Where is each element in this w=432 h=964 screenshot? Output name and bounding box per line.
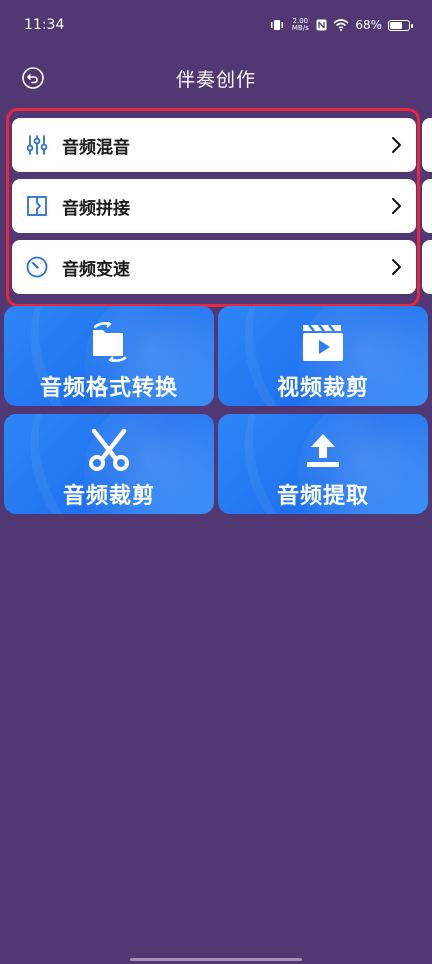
status-icons: 2.00 MB/s 68% xyxy=(270,18,413,32)
wifi-icon xyxy=(333,19,349,31)
tile-label: 音频提取 xyxy=(276,484,369,509)
home-indicator[interactable] xyxy=(130,958,302,961)
status-time: 11:34 xyxy=(24,17,65,33)
back-circle-icon xyxy=(22,67,44,89)
row-audio-mix[interactable]: 音频混音 xyxy=(12,118,416,172)
row-label: 音频混音 xyxy=(62,137,130,158)
net-speed-unit: MB/s xyxy=(291,24,309,32)
chevron-right-icon xyxy=(388,257,404,277)
chevron-right-icon xyxy=(388,196,404,216)
battery-percent: 68% xyxy=(355,18,382,32)
row-audio-speed[interactable]: 音频变速 xyxy=(12,240,416,294)
row-peek xyxy=(422,179,432,233)
tile-label: 音频裁剪 xyxy=(62,484,155,509)
row-peek xyxy=(422,118,432,172)
battery-icon xyxy=(388,19,413,31)
net-speed: 2.00 MB/s xyxy=(290,18,310,32)
back-button[interactable] xyxy=(20,65,46,91)
row-label: 音频变速 xyxy=(62,259,130,280)
page-title: 伴奏创作 xyxy=(175,68,256,91)
tile-label: 视频裁剪 xyxy=(276,376,369,401)
tile-label: 音频格式转换 xyxy=(39,376,178,401)
nfc-icon xyxy=(316,19,327,31)
header: 伴奏创作 xyxy=(0,56,432,100)
row-audio-splice[interactable]: 音频拼接 xyxy=(12,179,416,233)
folder-convert-icon xyxy=(87,320,131,364)
chevron-right-icon xyxy=(388,135,404,155)
speed-dial-icon xyxy=(24,254,50,280)
row-label: 音频拼接 xyxy=(62,198,130,219)
upload-icon xyxy=(303,428,343,472)
splice-icon xyxy=(24,193,50,219)
tile-audio-format-convert[interactable]: 音频格式转换 xyxy=(4,306,214,406)
tile-audio-crop[interactable]: 音频裁剪 xyxy=(4,414,214,514)
status-bar: 11:34 2.00 MB/s 68% xyxy=(0,0,432,50)
video-clapper-icon xyxy=(301,320,345,364)
sliders-icon xyxy=(24,132,50,158)
row-peek xyxy=(422,240,432,294)
scissors-icon xyxy=(86,428,132,472)
tile-audio-extract[interactable]: 音频提取 xyxy=(218,414,428,514)
tile-video-crop[interactable]: 视频裁剪 xyxy=(218,306,428,406)
vibrate-icon xyxy=(271,20,284,30)
